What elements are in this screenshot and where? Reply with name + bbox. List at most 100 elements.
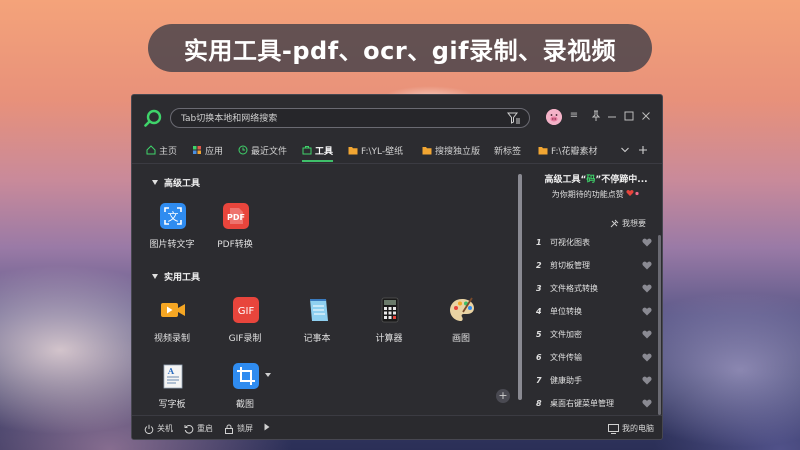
rank-label: 桌面右键菜单管理 <box>550 398 614 408</box>
minimize-icon[interactable] <box>606 110 618 122</box>
tab-label: F:\YL-壁纸 <box>361 146 404 157</box>
apps-icon <box>193 146 201 154</box>
tab-list-dropdown[interactable] <box>620 139 630 161</box>
tool-label: 记事本 <box>303 334 331 344</box>
tool-image-to-text[interactable]: 文 图片转文字 <box>137 202 207 262</box>
lock-label: 锁屏 <box>237 424 253 433</box>
new-tab-button[interactable] <box>638 139 648 161</box>
vote-item[interactable]: 1 可视化图表 <box>536 233 652 251</box>
tool-wordpad[interactable]: A 写字板 <box>137 362 207 422</box>
filter-icon[interactable] <box>507 112 521 125</box>
avatar[interactable] <box>546 109 562 125</box>
heart-icon[interactable] <box>642 261 652 270</box>
folder-icon <box>348 146 358 154</box>
rank-number: 4 <box>536 306 542 316</box>
restart-button[interactable]: 重启 <box>184 423 213 434</box>
collapse-triangle-icon <box>152 180 158 185</box>
svg-text:文: 文 <box>168 210 179 224</box>
wish-label: 我想要 <box>622 219 646 228</box>
tool-paint[interactable]: 画图 <box>426 296 496 356</box>
tool-label: 图片转文字 <box>149 240 195 250</box>
vote-item[interactable]: 6 文件传输 <box>536 348 652 366</box>
rank-number: 1 <box>536 237 542 247</box>
home-icon <box>146 145 156 155</box>
section-advanced-tools[interactable]: 高级工具 <box>152 176 200 189</box>
tool-label: 写字板 <box>158 400 186 410</box>
menu-icon[interactable]: ≡ <box>568 110 580 122</box>
tools-panel: 高级工具 文 图片转文字 PDF PDF转换 实用工具 视频录制 GIF GIF… <box>132 164 518 414</box>
tab-apps[interactable]: 应用 <box>192 139 223 161</box>
notepad-icon <box>310 299 328 321</box>
search-box[interactable] <box>170 108 530 128</box>
vote-title: 高级工具“码”不停蹄中... <box>534 172 658 185</box>
power-icon <box>144 424 154 434</box>
section-title: 实用工具 <box>164 273 201 283</box>
vote-panel-scrollbar[interactable] <box>658 235 661 415</box>
video-record-icon <box>161 303 185 317</box>
status-bar: 关机 重启 锁屏 我的电脑 <box>132 415 662 439</box>
tab-recent-files[interactable]: 最近文件 <box>238 139 287 161</box>
tool-calculator[interactable]: 计算器 <box>354 296 424 356</box>
panel-scrollbar[interactable] <box>518 174 522 400</box>
tab-label: 最近文件 <box>251 146 288 157</box>
tab-home[interactable]: 主页 <box>146 139 177 161</box>
wish-button[interactable]: 我想要 <box>610 218 646 229</box>
heart-icon[interactable] <box>642 238 652 247</box>
tool-pdf-convert[interactable]: PDF PDF转换 <box>200 202 270 262</box>
chevron-down-icon <box>621 147 629 153</box>
tool-gif-record[interactable]: GIF GIF录制 <box>210 296 280 356</box>
heart-icon[interactable] <box>642 399 652 408</box>
close-icon[interactable] <box>640 110 652 122</box>
tab-label: 工具 <box>315 146 334 157</box>
shutdown-label: 关机 <box>157 424 173 433</box>
tab-folder-search[interactable]: 搜搜独立版 <box>422 139 480 161</box>
heart-icon[interactable] <box>642 376 652 385</box>
vote-item[interactable]: 5 文件加密 <box>536 325 652 343</box>
rank-label: 单位转换 <box>550 306 582 316</box>
vote-item[interactable]: 2 剪切板管理 <box>536 256 652 274</box>
vote-item[interactable]: 7 健康助手 <box>536 371 652 389</box>
tool-video-record[interactable]: 视频录制 <box>137 296 207 356</box>
shutdown-button[interactable]: 关机 <box>144 423 173 434</box>
vote-subtitle: 为你期待的功能点赞 <box>534 189 658 200</box>
restart-icon <box>184 424 194 434</box>
vote-item[interactable]: 8 桌面右键菜单管理 <box>536 394 652 412</box>
tool-notepad[interactable]: 记事本 <box>282 296 352 356</box>
tool-screenshot[interactable]: 截图 <box>210 362 280 422</box>
banner-title: 实用工具-pdf、ocr、gif录制、录视频 <box>183 36 617 65</box>
heart-icon[interactable] <box>642 330 652 339</box>
search-input[interactable] <box>181 111 501 126</box>
lock-screen-button[interactable]: 锁屏 <box>224 423 253 434</box>
svg-text:PDF: PDF <box>227 213 245 222</box>
screenshot-dropdown-icon[interactable] <box>265 373 271 378</box>
rank-number: 6 <box>536 352 542 362</box>
rank-number: 2 <box>536 260 542 270</box>
folder-icon <box>538 146 548 154</box>
tab-folder-wallpaper[interactable]: F:\YL-壁纸 <box>348 139 403 161</box>
play-triangle-icon <box>264 423 270 431</box>
vote-item[interactable]: 4 单位转换 <box>536 302 652 320</box>
app-logo-icon <box>144 109 162 127</box>
svg-text:GIF: GIF <box>238 306 255 317</box>
monitor-icon <box>608 423 619 434</box>
title-bar: ≡ <box>132 95 662 139</box>
hearts-icon <box>626 190 639 196</box>
tab-new[interactable]: 新标签 <box>494 139 521 161</box>
pdf-icon: PDF <box>223 203 249 229</box>
maximize-icon[interactable] <box>623 110 635 122</box>
heart-icon[interactable] <box>642 353 652 362</box>
gif-icon: GIF <box>233 297 259 323</box>
add-tool-button[interactable]: + <box>496 389 510 403</box>
plus-icon <box>639 146 647 154</box>
tab-tools[interactable]: 工具 <box>302 139 334 162</box>
tool-label: GIF录制 <box>228 334 262 344</box>
heart-icon[interactable] <box>642 307 652 316</box>
section-practical-tools[interactable]: 实用工具 <box>152 270 200 283</box>
more-power-options[interactable] <box>264 423 270 431</box>
vote-item[interactable]: 3 文件格式转换 <box>536 279 652 297</box>
tab-label: 新标签 <box>494 146 522 157</box>
my-computer-button[interactable]: 我的电脑 <box>608 423 654 434</box>
tab-folder-huaban[interactable]: F:\花瓣素材 <box>538 139 598 161</box>
heart-icon[interactable] <box>642 284 652 293</box>
pin-icon[interactable] <box>590 110 602 122</box>
